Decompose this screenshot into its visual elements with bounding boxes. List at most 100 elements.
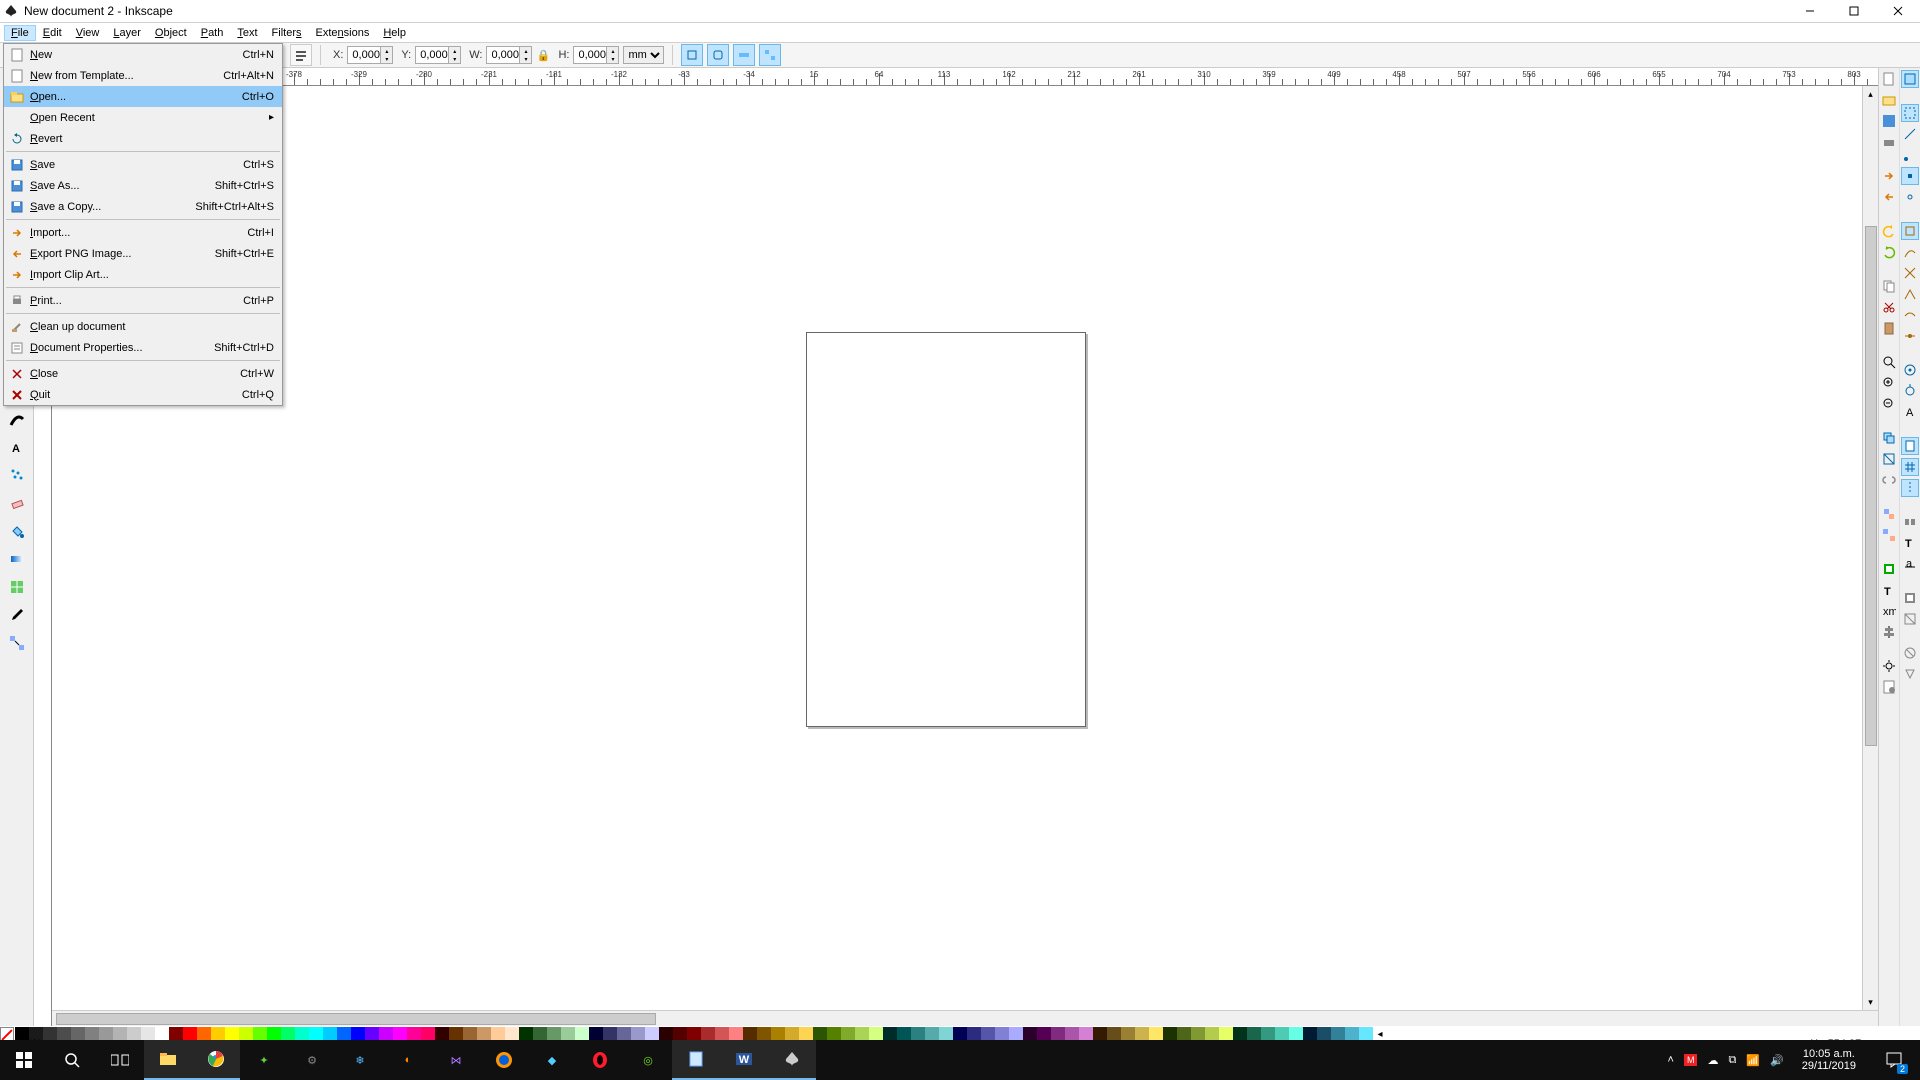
color-swatch[interactable] [827, 1027, 841, 1041]
color-swatch[interactable] [169, 1027, 183, 1041]
color-swatch[interactable] [323, 1027, 337, 1041]
color-swatch[interactable] [1107, 1027, 1121, 1041]
color-swatch[interactable] [435, 1027, 449, 1041]
palette-menu-icon[interactable]: ◂ [1373, 1027, 1387, 1041]
menu-item-quit[interactable]: QuitCtrl+Q [4, 384, 282, 405]
color-swatch[interactable] [491, 1027, 505, 1041]
color-swatch[interactable] [617, 1027, 631, 1041]
toggle-lines-icon[interactable] [290, 44, 312, 66]
color-swatch[interactable] [813, 1027, 827, 1041]
color-swatch[interactable] [295, 1027, 309, 1041]
taskbar-app-icon[interactable]: ✦ [240, 1040, 288, 1080]
menu-item-close[interactable]: CloseCtrl+W [4, 363, 282, 384]
color-swatch[interactable] [1219, 1027, 1233, 1041]
menu-item-export-png-image[interactable]: Export PNG Image...Shift+Ctrl+E [4, 243, 282, 264]
color-swatch[interactable] [519, 1027, 533, 1041]
y-input[interactable]: 0,000▴▾ [415, 46, 461, 64]
docprops-icon[interactable] [1880, 678, 1898, 696]
clone-icon[interactable] [1880, 450, 1898, 468]
prefs-icon[interactable] [1880, 657, 1898, 675]
menu-item-revert[interactable]: Revert [4, 128, 282, 149]
snap-object-center-icon[interactable] [1901, 361, 1919, 379]
color-swatch[interactable] [925, 1027, 939, 1041]
align-icon[interactable] [1880, 623, 1898, 641]
color-swatch[interactable] [71, 1027, 85, 1041]
color-swatch[interactable] [225, 1027, 239, 1041]
color-swatch[interactable] [757, 1027, 771, 1041]
snap-toggle-icon[interactable] [1901, 70, 1919, 88]
color-swatch[interactable] [267, 1027, 281, 1041]
menu-layer[interactable]: Layer [106, 25, 148, 41]
color-swatch[interactable] [57, 1027, 71, 1041]
taskbar-word-icon[interactable]: W [720, 1040, 768, 1080]
color-swatch[interactable] [1331, 1027, 1345, 1041]
color-swatch[interactable] [155, 1027, 169, 1041]
color-swatch[interactable] [631, 1027, 645, 1041]
color-swatch[interactable] [533, 1027, 547, 1041]
color-swatch[interactable] [365, 1027, 379, 1041]
zoom-in-icon[interactable] [1880, 374, 1898, 392]
menu-item-save-a-copy[interactable]: Save a Copy...Shift+Ctrl+Alt+S [4, 196, 282, 217]
cut-icon[interactable] [1880, 298, 1898, 316]
menu-item-new-from-template[interactable]: New from Template...Ctrl+Alt+N [4, 65, 282, 86]
tray-volume-icon[interactable]: 🔊 [1770, 1054, 1784, 1067]
snap-page-icon[interactable] [1901, 437, 1919, 455]
color-swatch[interactable] [463, 1027, 477, 1041]
zoom-fit-icon[interactable] [1880, 353, 1898, 371]
canvas[interactable] [52, 86, 1878, 1010]
snap-bbox-icon[interactable] [1901, 104, 1919, 122]
snap-clip-icon[interactable] [1901, 610, 1919, 628]
menu-item-save[interactable]: SaveCtrl+S [4, 154, 282, 175]
color-swatch[interactable] [1205, 1027, 1219, 1041]
snap-node-icon[interactable] [1901, 222, 1919, 240]
text-dialog-icon[interactable]: T [1880, 581, 1898, 599]
minimize-button[interactable] [1788, 0, 1832, 22]
color-swatch[interactable] [1191, 1027, 1205, 1041]
affect-stroke-button[interactable] [681, 44, 703, 66]
color-swatch[interactable] [981, 1027, 995, 1041]
close-button[interactable] [1876, 0, 1920, 22]
color-swatch[interactable] [995, 1027, 1009, 1041]
color-swatch[interactable] [1275, 1027, 1289, 1041]
taskbar-inkscape-icon[interactable] [768, 1040, 816, 1080]
color-swatch[interactable] [505, 1027, 519, 1041]
h-input[interactable]: 0,000▴▾ [573, 46, 619, 64]
menu-item-new[interactable]: NewCtrl+N [4, 44, 282, 65]
taskbar-explorer-icon[interactable] [144, 1040, 192, 1080]
color-swatch[interactable] [659, 1027, 673, 1041]
taskbar-app-icon[interactable]: ⚙ [288, 1040, 336, 1080]
copy-icon[interactable] [1880, 277, 1898, 295]
snap-intersect-icon[interactable] [1901, 264, 1919, 282]
color-swatch[interactable] [1093, 1027, 1107, 1041]
color-swatch[interactable] [449, 1027, 463, 1041]
color-swatch[interactable] [785, 1027, 799, 1041]
taskbar-app-icon[interactable]: ◆ [528, 1040, 576, 1080]
snap-grid-icon[interactable] [1901, 458, 1919, 476]
taskbar-app-icon[interactable]: ❄ [336, 1040, 384, 1080]
taskbar-firefox-icon[interactable] [480, 1040, 528, 1080]
color-swatch[interactable] [1079, 1027, 1093, 1041]
color-swatch[interactable] [211, 1027, 225, 1041]
open-doc-icon[interactable] [1880, 91, 1898, 109]
color-swatch[interactable] [953, 1027, 967, 1041]
affect-pattern-button[interactable] [759, 44, 781, 66]
menu-file[interactable]: File [4, 25, 36, 41]
taskbar-notepad-icon[interactable] [672, 1040, 720, 1080]
color-swatch[interactable] [561, 1027, 575, 1041]
menu-view[interactable]: View [69, 25, 107, 41]
color-swatch[interactable] [897, 1027, 911, 1041]
snap-edge-icon[interactable] [1901, 125, 1919, 143]
affect-corners-button[interactable] [707, 44, 729, 66]
color-swatch[interactable] [183, 1027, 197, 1041]
tray-dropbox-icon[interactable]: ⧉ [1728, 1054, 1736, 1067]
tray-wifi-icon[interactable]: 📶 [1746, 1054, 1760, 1067]
unlink-icon[interactable] [1880, 471, 1898, 489]
snap-to-item-icon[interactable]: T [1901, 534, 1919, 552]
color-swatch[interactable] [1023, 1027, 1037, 1041]
color-swatch[interactable] [239, 1027, 253, 1041]
snap-align-icon[interactable] [1901, 513, 1919, 531]
calligraphy-tool[interactable] [3, 406, 31, 432]
import-icon[interactable] [1880, 167, 1898, 185]
horizontal-scrollbar[interactable] [52, 1010, 1878, 1026]
color-swatch[interactable] [1163, 1027, 1177, 1041]
